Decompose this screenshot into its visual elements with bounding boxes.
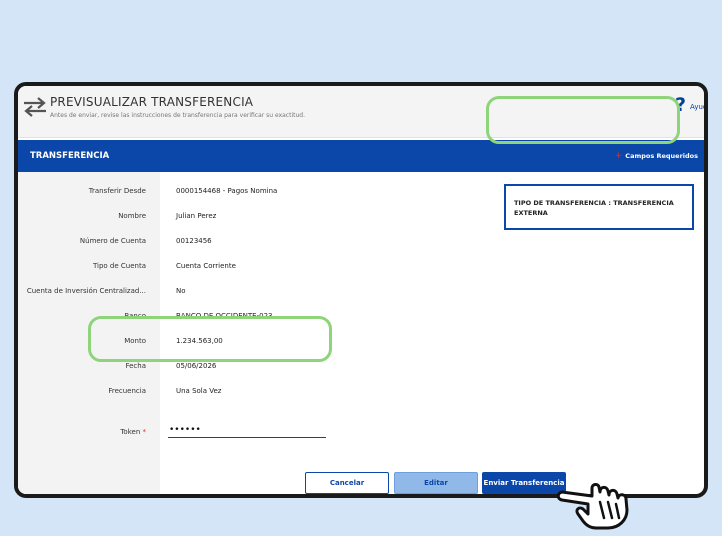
app-screen: PREVISUALIZAR TRANSFERENCIA Antes de env… — [18, 86, 704, 494]
token-input[interactable] — [168, 422, 326, 438]
field-row: Cuenta de Inversión Centralizad... No — [18, 285, 498, 299]
token-label: Token * — [18, 428, 146, 436]
field-label: Nombre — [118, 212, 146, 220]
page-subtitle: Antes de enviar, revise las instruccione… — [50, 112, 305, 119]
field-value: No — [176, 287, 186, 295]
swap-arrows-icon — [24, 97, 46, 117]
field-value: 05/06/2026 — [176, 362, 217, 370]
required-fields-label: Campos Requeridos — [625, 152, 698, 160]
device-frame: PREVISUALIZAR TRANSFERENCIA Antes de env… — [14, 82, 708, 498]
token-label-text: Token — [120, 428, 141, 436]
cancel-button[interactable]: Cancelar — [305, 472, 389, 494]
transfer-type-highlight-outline — [486, 96, 680, 144]
field-label: Frecuencia — [108, 387, 146, 395]
transfer-type-box: TIPO DE TRANSFERENCIA : TRANSFERENCIA EX… — [504, 184, 694, 230]
field-value: Julian Perez — [176, 212, 217, 220]
required-fields-legend: + Campos Requeridos — [614, 150, 698, 161]
field-label: Fecha — [125, 362, 146, 370]
field-row: Número de Cuenta 00123456 — [18, 235, 498, 249]
field-row: Tipo de Cuenta Cuenta Corriente — [18, 260, 498, 274]
required-icon: + — [614, 150, 623, 161]
field-row: Frecuencia Una Sola Vez — [18, 385, 498, 399]
token-required-mark: * — [142, 428, 147, 436]
field-value: Cuenta Corriente — [176, 262, 236, 270]
field-row: Fecha 05/06/2026 — [18, 360, 498, 374]
field-row: Nombre Julian Perez — [18, 210, 498, 224]
token-highlight-outline — [88, 316, 332, 362]
field-value: Una Sola Vez — [176, 387, 222, 395]
page-title: PREVISUALIZAR TRANSFERENCIA — [50, 95, 254, 109]
transfer-type-text: TIPO DE TRANSFERENCIA : TRANSFERENCIA EX… — [514, 199, 674, 217]
field-label: Número de Cuenta — [79, 237, 146, 245]
field-label: Transferir Desde — [88, 187, 146, 195]
field-value: 00123456 — [176, 237, 212, 245]
field-value: 0000154468 - Pagos Nomina — [176, 187, 278, 195]
send-transfer-button[interactable]: Enviar Transferencia — [482, 472, 566, 494]
pointing-hand-icon — [556, 483, 629, 530]
edit-button[interactable]: Editar — [394, 472, 478, 494]
section-header: TRANSFERENCIA + Campos Requeridos — [18, 140, 704, 172]
help-link[interactable]: Ayuda — [690, 103, 704, 111]
section-title: TRANSFERENCIA — [30, 151, 110, 161]
field-label: Cuenta de Inversión Centralizad... — [26, 287, 146, 295]
field-label: Tipo de Cuenta — [92, 262, 146, 270]
field-row: Transferir Desde 0000154468 - Pagos Nomi… — [18, 185, 498, 199]
